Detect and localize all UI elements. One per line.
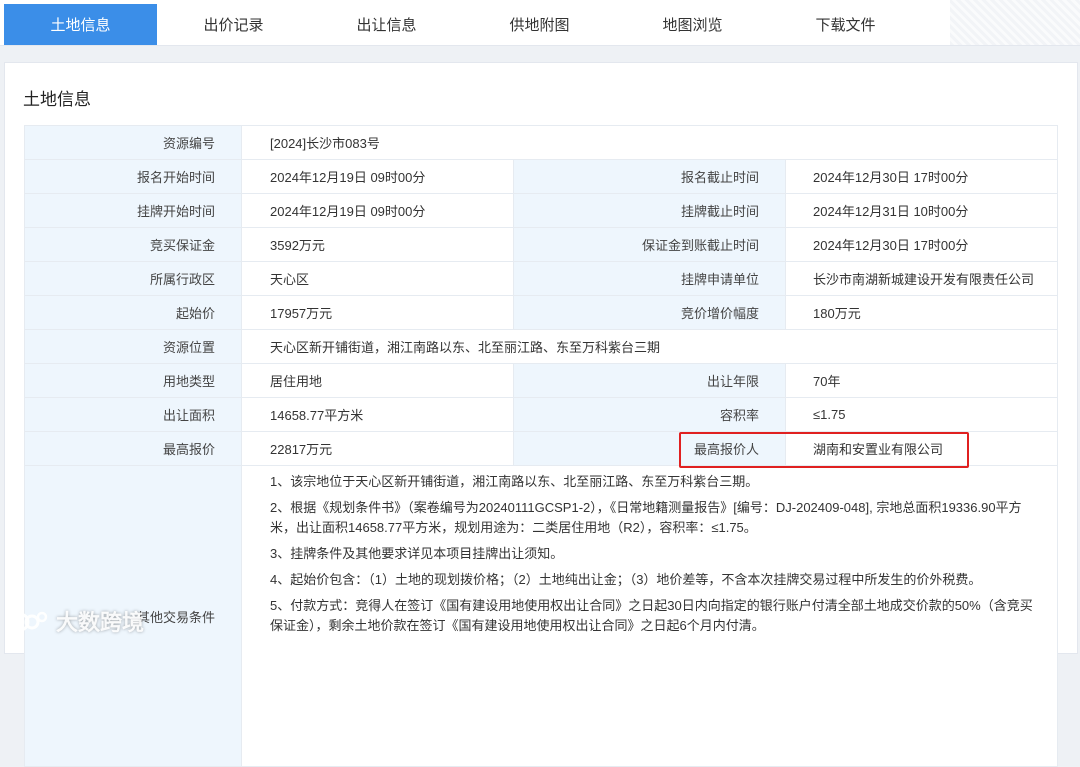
land-use-label: 用地类型 xyxy=(24,363,242,398)
tab-bid-records[interactable]: 出价记录 xyxy=(157,4,310,45)
reg-start-value: 2024年12月19日 09时00分 xyxy=(241,159,514,194)
increment-label: 竞价增价幅度 xyxy=(513,295,786,330)
land-use-value: 居住用地 xyxy=(241,363,514,398)
term-label: 出让年限 xyxy=(513,363,786,398)
top-bidder-label: 最高报价人 xyxy=(513,431,786,466)
deposit-deadline-value: 2024年12月30日 17时00分 xyxy=(785,227,1058,262)
conditions-cell: 1、该宗地位于天心区新开铺街道，湘江南路以东、北至丽江路、东至万科紫台三期。 2… xyxy=(241,465,1058,767)
reg-end-value: 2024年12月30日 17时00分 xyxy=(785,159,1058,194)
condition-item: 3、挂牌条件及其他要求详见本项目挂牌出让须知。 xyxy=(270,546,564,561)
resource-no-label: 资源编号 xyxy=(24,125,242,160)
top-bidder-value: 湖南和安置业有限公司 xyxy=(785,431,1058,466)
table-row: 起始价 17957万元 竞价增价幅度 180万元 xyxy=(24,295,1058,330)
tab-bar-filler xyxy=(950,0,1080,45)
list-start-label: 挂牌开始时间 xyxy=(24,193,242,228)
condition-item: 2、根据《规划条件书》（案卷编号为20240111GCSP1-2），《日常地籍测… xyxy=(270,500,1022,535)
condition-item: 5、付款方式：竞得人在签订《国有建设用地使用权出让合同》之日起30日内向指定的银… xyxy=(270,598,1033,633)
table-row: 资源编号 [2024]长沙市083号 xyxy=(24,125,1058,160)
tab-download-files[interactable]: 下载文件 xyxy=(769,4,922,45)
top-price-value: 22817万元 xyxy=(241,431,514,466)
area-value: 14658.77平方米 xyxy=(241,397,514,432)
table-row: 所属行政区 天心区 挂牌申请单位 长沙市南湖新城建设开发有限责任公司 xyxy=(24,261,1058,296)
start-price-value: 17957万元 xyxy=(241,295,514,330)
land-info-table: 资源编号 [2024]长沙市083号 报名开始时间 2024年12月19日 09… xyxy=(24,125,1058,767)
watermark-logo-icon xyxy=(10,611,48,632)
watermark-text: 大数跨境 xyxy=(56,610,145,635)
table-row: 资源位置 天心区新开铺街道，湘江南路以东、北至丽江路、东至万科紫台三期 xyxy=(24,329,1058,364)
applicant-label: 挂牌申请单位 xyxy=(513,261,786,296)
tab-attached-maps[interactable]: 供地附图 xyxy=(463,4,616,45)
far-label: 容积率 xyxy=(513,397,786,432)
deposit-value: 3592万元 xyxy=(241,227,514,262)
conditions-list: 1、该宗地位于天心区新开铺街道，湘江南路以东、北至丽江路、东至万科紫台三期。 2… xyxy=(242,466,1057,636)
condition-item: 4、起始价包含：（1）土地的现划拨价格；（2）土地纯出让金；（3）地价差等，不含… xyxy=(270,572,982,587)
watermark: 大数跨境 xyxy=(10,605,144,637)
term-value: 70年 xyxy=(785,363,1058,398)
location-label: 资源位置 xyxy=(24,329,242,364)
section-title: 土地信息 xyxy=(23,90,91,109)
far-value: ≤1.75 xyxy=(785,397,1058,432)
applicant-value: 长沙市南湖新城建设开发有限责任公司 xyxy=(785,261,1058,296)
tab-transfer-info[interactable]: 出让信息 xyxy=(310,4,463,45)
list-start-value: 2024年12月19日 09时00分 xyxy=(241,193,514,228)
increment-value: 180万元 xyxy=(785,295,1058,330)
table-row: 用地类型 居住用地 出让年限 70年 xyxy=(24,363,1058,398)
table-row: 竞买保证金 3592万元 保证金到账截止时间 2024年12月30日 17时00… xyxy=(24,227,1058,262)
list-end-label: 挂牌截止时间 xyxy=(513,193,786,228)
area-label: 出让面积 xyxy=(24,397,242,432)
resource-no-value: [2024]长沙市083号 xyxy=(241,125,1058,160)
land-info-panel: 土地信息 资源编号 [2024]长沙市083号 报名开始时间 2024年12月1… xyxy=(4,62,1078,767)
tab-land-info[interactable]: 土地信息 xyxy=(4,4,157,45)
location-value: 天心区新开铺街道，湘江南路以东、北至丽江路、东至万科紫台三期 xyxy=(241,329,1058,364)
deposit-label: 竞买保证金 xyxy=(24,227,242,262)
deposit-deadline-label: 保证金到账截止时间 xyxy=(513,227,786,262)
top-price-label: 最高报价 xyxy=(24,431,242,466)
table-row: 出让面积 14658.77平方米 容积率 ≤1.75 xyxy=(24,397,1058,432)
list-end-value: 2024年12月31日 10时00分 xyxy=(785,193,1058,228)
district-label: 所属行政区 xyxy=(24,261,242,296)
table-row: 其他交易条件 1、该宗地位于天心区新开铺街道，湘江南路以东、北至丽江路、东至万科… xyxy=(24,465,1058,767)
district-value: 天心区 xyxy=(241,261,514,296)
tab-map-browse[interactable]: 地图浏览 xyxy=(616,4,769,45)
start-price-label: 起始价 xyxy=(24,295,242,330)
table-row: 报名开始时间 2024年12月19日 09时00分 报名截止时间 2024年12… xyxy=(24,159,1058,194)
tab-bar: 土地信息 出价记录 出让信息 供地附图 地图浏览 下载文件 xyxy=(0,0,1080,46)
condition-item: 1、该宗地位于天心区新开铺街道，湘江南路以东、北至丽江路、东至万科紫台三期。 xyxy=(270,474,759,489)
reg-end-label: 报名截止时间 xyxy=(513,159,786,194)
table-row: 最高报价 22817万元 最高报价人 湖南和安置业有限公司 xyxy=(24,431,1058,466)
table-row: 挂牌开始时间 2024年12月19日 09时00分 挂牌截止时间 2024年12… xyxy=(24,193,1058,228)
reg-start-label: 报名开始时间 xyxy=(24,159,242,194)
